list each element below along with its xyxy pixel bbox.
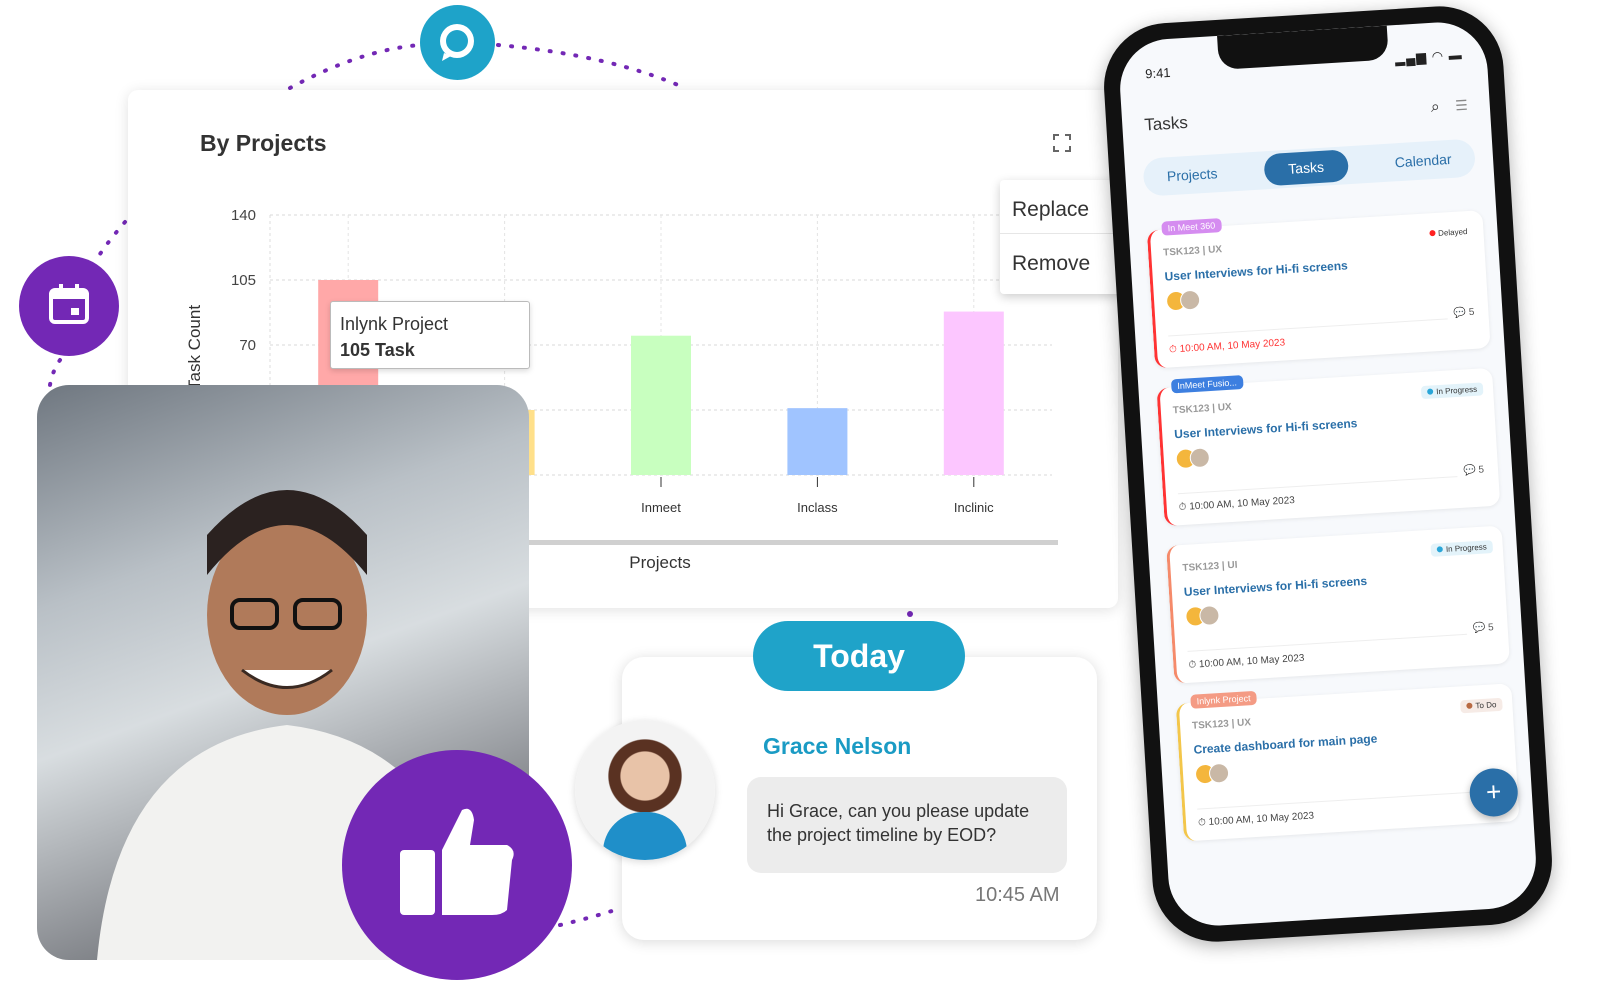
due-date: ⏱ 10:00 AM, 10 May 2023 [1187,633,1469,671]
status-badge: Delayed [1423,225,1474,241]
chart-tooltip: Inlynk Project 105 Task [330,301,530,369]
chat-bubble-icon [420,5,495,80]
task-meta: TSK123 | UI [1182,559,1238,575]
status-label: To Do [1475,700,1497,711]
tab-calendar[interactable]: Calendar [1394,151,1452,170]
comments-count[interactable]: 💬 5 [1463,464,1484,476]
status-badge: In Progress [1430,540,1494,557]
bar [787,408,848,475]
chart-title: By Projects [200,130,327,156]
task-title: User Interviews for Hi-fi screens [1183,573,1368,600]
due-date: ⏱ 10:00 AM, 10 May 2023 [1197,791,1478,829]
status-badge: To Do [1460,697,1503,714]
due-date: ⏱ 10:00 AM, 10 May 2023 [1168,318,1449,356]
due-date: ⏱ 10:00 AM, 10 May 2023 [1177,476,1459,514]
task-card[interactable]: In Meet 360 TSK123 | UX Delayed User Inte… [1146,210,1491,369]
comment-count: 5 [1468,306,1475,319]
task-meta: TSK123 | UX [1191,717,1252,732]
due-date-text: 10:00 AM, 10 May 2023 [1198,652,1305,671]
task-card[interactable]: TSK123 | UI In Progress User Interviews … [1166,525,1510,684]
status-icons: ▂▄▆ ◠ ▬ [1394,47,1464,67]
comment-count: 5 [1487,622,1495,634]
assignee-avatars [1165,289,1201,312]
due-date-text: 10:00 AM, 10 May 2023 [1179,337,1286,355]
status-label: In Progress [1445,542,1488,554]
y-tick-label: 105 [231,272,256,289]
project-tag: InMeet Fusio... [1170,375,1244,394]
task-title: Create dashboard for main page [1193,731,1378,757]
assignee-avatars [1184,604,1221,627]
comment-icon: 💬 [1472,622,1486,635]
y-axis-label: Task Count [185,305,204,390]
timer-icon: ⏱ [1188,659,1200,671]
tooltip-value: 105 Task [340,340,415,360]
y-tick-label: 70 [239,337,256,354]
timer-icon: ⏱ [1197,816,1209,829]
avatar [575,720,715,860]
due-date-text: 10:00 AM, 10 May 2023 [1189,495,1296,513]
filter-icon[interactable]: ☰ [1455,97,1469,115]
comment-icon: 💬 [1453,307,1467,320]
status-time: 9:41 [1144,64,1171,82]
status-label: In Progress [1435,384,1478,397]
comments-count[interactable]: 💬 5 [1453,307,1474,319]
notch [1217,25,1389,70]
task-meta: TSK123 | UX [1162,244,1223,259]
x-tick-label: Inmeet [641,500,681,515]
task-card[interactable]: Inlynk Project TSK123 | UX To Do Create d… [1175,683,1520,842]
calendar-icon [19,256,119,356]
menu-item-remove[interactable]: Remove [1000,234,1122,288]
x-tick-label: Inclinic [954,500,994,515]
chart-options-menu: Replace Remove [1000,180,1122,294]
status-label: Delayed [1437,227,1468,238]
due-date-text: 10:00 AM, 10 May 2023 [1208,810,1315,828]
project-tag: In Meet 360 [1161,218,1222,236]
timer-icon: ⏱ [1178,501,1190,514]
task-title: User Interviews for Hi-fi screens [1164,258,1349,284]
y-tick-label: 140 [231,207,256,224]
comments-count[interactable]: 💬 5 [1473,622,1494,634]
task-meta: TSK123 | UX [1172,401,1233,417]
task-card[interactable]: InMeet Fusio... TSK123 | UX In Progress U… [1156,367,1501,527]
task-title: User Interviews for Hi-fi screens [1173,416,1358,442]
today-badge: Today [753,621,965,691]
status-badge: In Progress [1420,382,1484,400]
sender-name: Grace Nelson [763,733,912,759]
tab-bar: Projects Tasks Calendar [1142,138,1477,197]
expand-icon[interactable] [1053,134,1071,152]
tooltip-project: Inlynk Project [340,314,449,334]
comment-icon: 💬 [1462,464,1477,477]
bar [631,335,691,475]
phone-screen: 9:41 ▂▄▆ ◠ ▬ Tasks ⌕ ☰ Projects Tasks Ca… [1117,19,1539,929]
timer-icon: ⏱ [1168,343,1181,356]
message-time: 10:45 AM [975,884,1060,906]
tab-projects[interactable]: Projects [1166,165,1217,184]
x-tick-label: Inclass [797,500,838,515]
project-tag: Inlynk Project [1190,690,1257,709]
screen-title: Tasks [1143,112,1189,135]
menu-item-replace[interactable]: Replace [1000,180,1122,234]
thumbs-up-icon [342,750,572,980]
message-bubble: Hi Grace, can you please update the proj… [747,777,1067,873]
phone-mockup: 9:41 ▂▄▆ ◠ ▬ Tasks ⌕ ☰ Projects Tasks Ca… [1100,2,1556,946]
x-axis-label: Projects [629,553,690,572]
assignee-avatars [1194,762,1230,785]
bar [943,311,1004,475]
assignee-avatars [1175,447,1211,470]
horizontal-scrollbar[interactable] [528,540,1058,545]
tab-tasks[interactable]: Tasks [1263,149,1349,187]
search-icon[interactable]: ⌕ [1430,99,1440,118]
comment-count: 5 [1478,464,1485,476]
